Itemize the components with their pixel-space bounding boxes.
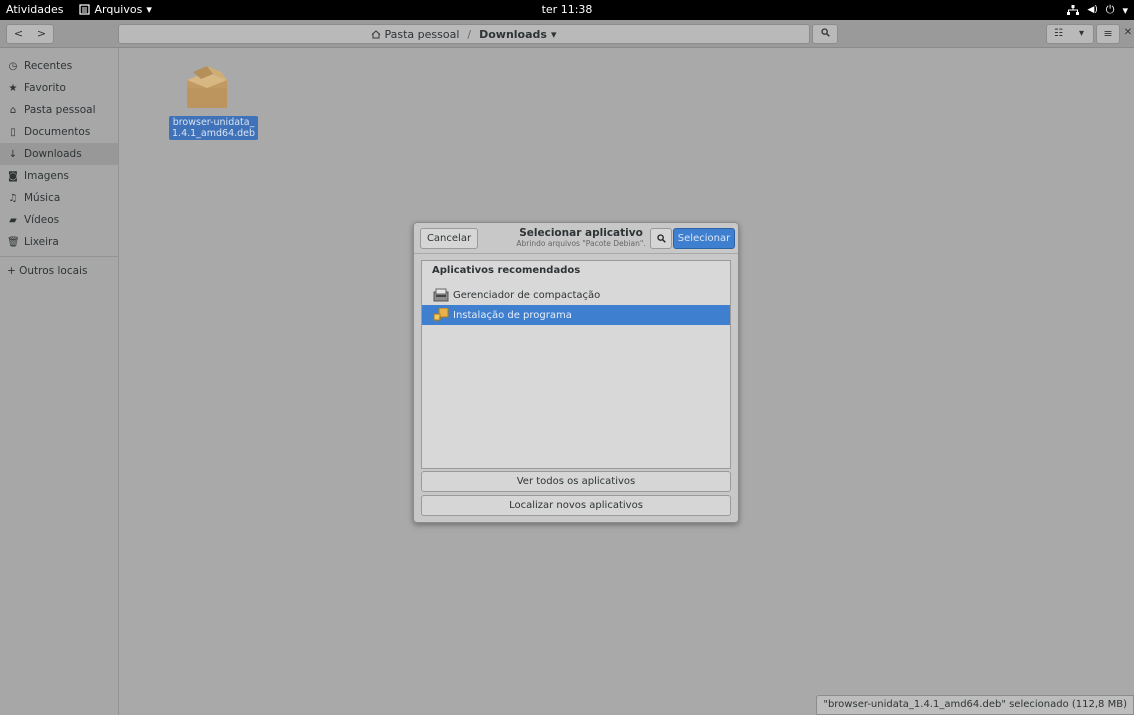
sidebar-item-label: Imagens [24,170,70,182]
file-item[interactable]: browser-unidata_ 1.4.1_amd64.deb [169,62,259,140]
download-icon: ↓ [8,148,18,160]
sidebar-item-outros-locais[interactable]: + Outros locais [0,260,118,282]
path-bar: Pasta pessoal / Downloads ▾ [118,24,810,44]
path-home-label: Pasta pessoal [384,27,460,41]
app-chooser-dialog: Cancelar Selecionar aplicativo Abrindo a… [413,222,739,523]
find-new-apps-button[interactable]: Localizar novos aplicativos [421,495,731,516]
select-button[interactable]: Selecionar [673,228,735,249]
package-icon [183,62,231,112]
dialog-header: Cancelar Selecionar aplicativo Abrindo a… [414,223,738,254]
chevron-down-icon: ▾ [146,3,152,16]
chevron-down-icon[interactable]: ▾ [1070,25,1093,43]
sidebar-item-label: Favorito [24,82,66,94]
chevron-down-icon: ▾ [550,27,557,41]
dialog-title-block: Selecionar aplicativo Abrindo arquivos "… [514,227,648,248]
app-row-archive-manager[interactable]: Gerenciador de compactação [422,285,730,305]
app-row-label: Gerenciador de compactação [453,289,601,301]
path-current-label: Downloads [479,27,547,41]
system-menu[interactable]: ◀) ⏻ ▾ [1067,3,1128,17]
camera-icon: ◙ [8,170,18,182]
file-name-line: browser-unidata_ [172,117,255,128]
path-separator: / [467,27,472,41]
navigation-buttons: < > [6,24,54,44]
search-icon [656,234,666,243]
app-row-package-installer[interactable]: Instalação de programa [422,305,730,325]
app-row-label: Instalação de programa [453,309,572,321]
sidebar-item-recentes[interactable]: ◷ Recentes [0,55,118,77]
view-all-apps-button[interactable]: Ver todos os aplicativos [421,471,731,492]
grid-view-icon[interactable]: ☷ [1047,25,1070,43]
header-bar: < > Pasta pessoal / Downloads ▾ ☷ ▾ ≡ ✕ [0,20,1134,48]
file-name-line: 1.4.1_amd64.deb [172,128,256,139]
sidebar-item-label: Documentos [24,126,91,138]
search-icon [820,28,830,37]
activities-button[interactable]: Atividades [6,3,63,16]
network-icon [1067,5,1080,15]
sidebar-item-musica[interactable]: ♫ Música [0,187,118,209]
close-icon[interactable]: ✕ [1122,24,1134,42]
sidebar-divider [0,256,118,257]
file-name: browser-unidata_ 1.4.1_amd64.deb [169,116,259,140]
trash-icon: 🗑 [7,236,20,248]
sidebar-item-favorito[interactable]: ★ Favorito [0,77,118,99]
path-current[interactable]: Downloads ▾ [479,28,556,41]
app-list: Aplicativos recomendados Gerenciador de … [421,260,731,469]
view-buttons: ☷ ▾ [1046,24,1094,44]
search-button[interactable] [812,24,838,44]
sidebar-item-label: Lixeira [24,236,59,248]
sidebar-item-label: Música [24,192,61,204]
package-installer-icon [433,308,449,322]
home-icon [372,29,381,38]
sidebar-item-lixeira[interactable]: 🗑 Lixeira [0,231,118,253]
sidebar-item-pasta-pessoal[interactable]: ⌂ Pasta pessoal [0,99,118,121]
status-floating-bar: "browser-unidata_1.4.1_amd64.deb" seleci… [816,695,1134,715]
top-bar: Atividades Arquivos ▾ ter 11:38 ◀) ⏻ ▾ [0,0,1134,20]
cancel-button[interactable]: Cancelar [420,228,478,249]
hamburger-menu-icon[interactable]: ≡ [1096,24,1120,44]
home-icon: ⌂ [9,104,17,116]
power-icon: ⏻ [1105,3,1115,16]
sidebar-item-label: + Outros locais [7,265,88,277]
back-button[interactable]: < [7,25,30,43]
sidebar-item-documentos[interactable]: ▯ Documentos [0,121,118,143]
sidebar-item-label: Downloads [24,148,82,160]
section-header: Aplicativos recomendados [432,265,581,276]
sidebar-item-imagens[interactable]: ◙ Imagens [0,165,118,187]
chevron-down-icon: ▾ [1122,3,1128,17]
clock-icon: ◷ [8,60,18,72]
dialog-search-button[interactable] [650,228,672,249]
sidebar-item-label: Recentes [24,60,73,72]
app-menu[interactable]: Arquivos ▾ [79,3,152,16]
music-icon: ♫ [8,192,18,204]
path-home[interactable]: Pasta pessoal [371,28,459,41]
volume-icon: ◀) [1087,5,1098,15]
sidebar-item-downloads[interactable]: ↓ Downloads [0,143,118,165]
archive-manager-icon [433,288,449,302]
sidebar-item-label: Vídeos [24,214,60,226]
sidebar: ◷ Recentes ★ Favorito ⌂ Pasta pessoal ▯ … [0,48,119,715]
dialog-title: Selecionar aplicativo [519,227,643,239]
app-name: Arquivos [94,3,143,16]
sidebar-item-label: Pasta pessoal [24,104,96,116]
document-icon: ▯ [10,126,16,138]
dialog-subtitle: Abrindo arquivos "Pacote Debian". [516,239,646,248]
video-icon: ▰ [9,214,17,226]
star-icon: ★ [8,82,18,94]
sidebar-item-videos[interactable]: ▰ Vídeos [0,209,118,231]
clock[interactable]: ter 11:38 [542,3,593,16]
forward-button[interactable]: > [30,25,53,43]
files-app-icon [79,4,91,15]
